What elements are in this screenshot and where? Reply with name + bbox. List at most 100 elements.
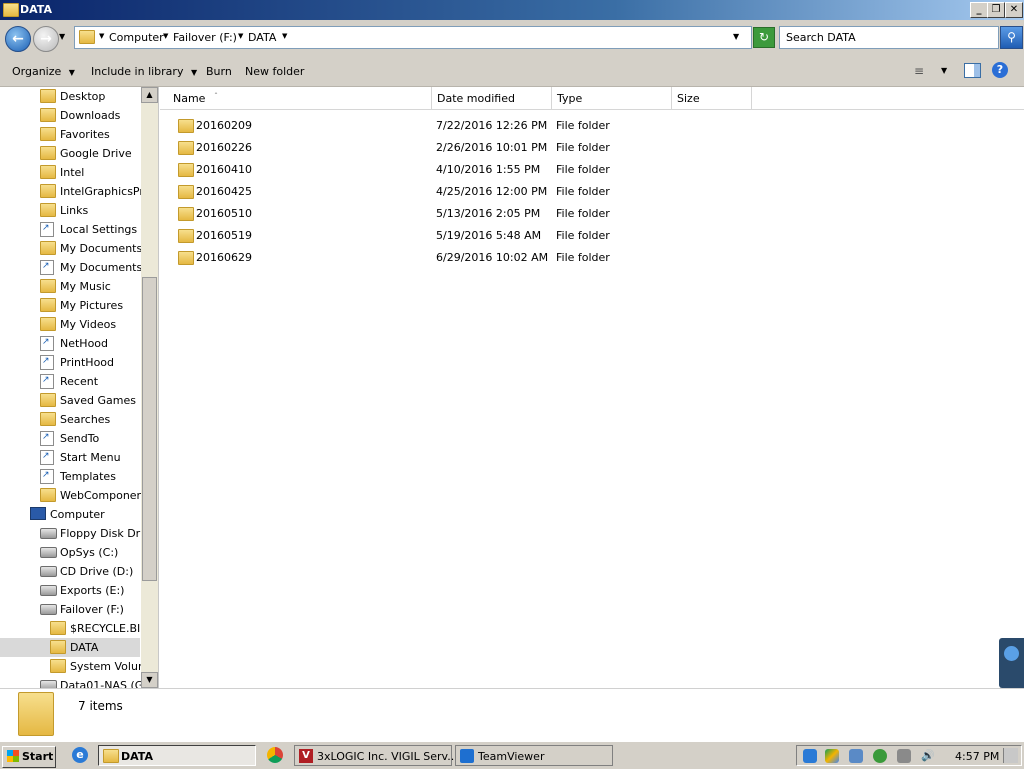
teamviewer-panel-tab[interactable] (999, 638, 1024, 688)
nav-item[interactable]: IntelGraphicsProf (0, 182, 154, 201)
file-row[interactable]: 20160519 5/19/2016 5:48 AM File folder (170, 226, 630, 248)
shortcut-icon (40, 374, 54, 389)
refresh-button[interactable]: ↻ (753, 27, 775, 48)
burn-button[interactable]: Burn (206, 65, 232, 78)
forward-button[interactable]: → (33, 26, 59, 52)
preview-pane-icon[interactable] (964, 63, 981, 78)
new-folder-button[interactable]: New folder (245, 65, 304, 78)
task-vigil-server[interactable]: V 3xLOGIC Inc. VIGIL Serv... (294, 745, 458, 766)
minimize-button[interactable]: _ (970, 2, 988, 18)
nav-item[interactable]: OpSys (C:) (0, 543, 140, 562)
nav-item[interactable]: Favorites (0, 125, 140, 144)
chrome-icon[interactable] (267, 747, 283, 763)
task-data[interactable]: DATA (98, 745, 256, 766)
nav-item[interactable]: Recent (0, 372, 140, 391)
file-row[interactable]: 20160226 2/26/2016 10:01 PM File folder (170, 138, 630, 160)
chevron-down-icon[interactable]: ▼ (99, 32, 104, 40)
nav-item[interactable]: Floppy Disk Drive (0, 524, 157, 543)
recent-pages-dropdown[interactable]: ▼ (59, 32, 65, 41)
title-bar[interactable]: DATA _ ❐ ✕ (0, 0, 1024, 20)
address-row: ← → ▼ ▼ Computer ▼ Failover (F:) ▼ DATA … (0, 20, 1024, 56)
nav-item[interactable]: NetHood (0, 334, 140, 353)
breadcrumb-data[interactable]: DATA (248, 31, 276, 44)
column-date-modified[interactable]: Date modified (432, 87, 552, 109)
address-history-dropdown[interactable]: ▼ (733, 32, 739, 41)
clock[interactable]: 4:57 PM (955, 750, 999, 763)
globe-icon[interactable] (873, 749, 887, 763)
restore-button[interactable]: ❐ (987, 2, 1005, 18)
nav-item[interactable]: Exports (E:) (0, 581, 140, 600)
system-tray: 🔊 4:57 PM (796, 745, 1022, 766)
nav-item[interactable]: DATA (0, 638, 140, 657)
nav-item[interactable]: My Videos (0, 315, 140, 334)
nav-item[interactable]: Templates (0, 467, 140, 486)
view-options-icon[interactable]: ≡ (914, 64, 924, 78)
nav-item[interactable]: My Music (0, 277, 140, 296)
nav-item[interactable]: SendTo (0, 429, 140, 448)
start-button[interactable]: Start (2, 746, 56, 768)
nav-item-label: Desktop (60, 90, 106, 103)
file-row[interactable]: 20160510 5/13/2016 2:05 PM File folder (170, 204, 630, 226)
chevron-down-icon[interactable]: ▼ (163, 32, 168, 40)
chevron-down-icon[interactable]: ▼ (282, 32, 287, 40)
show-desktop-button[interactable] (1003, 748, 1018, 763)
nav-item[interactable]: Data01-NAS (G:) (0, 676, 151, 688)
breadcrumb-failover[interactable]: Failover (F:) (173, 31, 237, 44)
shortcut-icon (40, 431, 54, 446)
teamviewer-tray-icon[interactable] (803, 749, 817, 763)
nav-item[interactable]: Links (0, 201, 140, 220)
nav-item[interactable]: PrintHood (0, 353, 140, 372)
nav-item[interactable]: CD Drive (D:) (0, 562, 140, 581)
view-dropdown[interactable]: ▼ (941, 66, 947, 75)
nav-item[interactable]: Downloads (0, 106, 140, 125)
nav-item[interactable]: Computer (0, 505, 140, 524)
search-input[interactable]: Search DATA (779, 26, 999, 49)
google-drive-icon[interactable] (825, 749, 839, 763)
navigation-pane[interactable]: Desktop Downloads Favorites Google Drive Int… (0, 87, 159, 688)
file-date-modified: 7/22/2016 12:26 PM (436, 119, 548, 132)
column-type[interactable]: Type (552, 87, 672, 109)
nav-item[interactable]: My Pictures (0, 296, 140, 315)
nav-item[interactable]: WebComponents (0, 486, 154, 505)
chevron-down-icon[interactable]: ▼ (238, 32, 243, 40)
nav-item[interactable]: Start Menu (0, 448, 140, 467)
file-row[interactable]: 20160209 7/22/2016 12:26 PM File folder (170, 116, 630, 138)
nav-item[interactable]: Intel (0, 163, 140, 182)
scroll-up-button[interactable]: ▲ (141, 87, 158, 103)
nav-item[interactable]: Saved Games (0, 391, 140, 410)
address-bar[interactable]: ▼ Computer ▼ Failover (F:) ▼ DATA ▼ ▼ (74, 26, 752, 49)
nav-item[interactable]: My Documents (0, 239, 142, 258)
network-share-icon[interactable] (849, 749, 863, 763)
nav-item[interactable]: Searches (0, 410, 140, 429)
nav-item[interactable]: System Volume (0, 657, 155, 676)
nav-item[interactable]: Desktop (0, 87, 140, 106)
back-button[interactable]: ← (5, 26, 31, 52)
speaker-icon[interactable]: 🔊 (921, 749, 935, 763)
file-name: 20160226 (196, 141, 252, 154)
nav-item[interactable]: Failover (F:) (0, 600, 140, 619)
folder-icon (40, 89, 56, 103)
nav-item[interactable]: Local Settings (0, 220, 140, 239)
organize-button[interactable]: Organize ▼ (12, 65, 75, 78)
close-button[interactable]: ✕ (1005, 2, 1023, 18)
include-in-library-button[interactable]: Include in library ▼ (91, 65, 197, 78)
file-row[interactable]: 20160629 6/29/2016 10:02 AM File folder (170, 248, 630, 270)
nav-item[interactable]: My Documents (0, 258, 142, 277)
internet-explorer-icon[interactable]: e (72, 747, 88, 763)
task-teamviewer[interactable]: TeamViewer (455, 745, 613, 766)
help-icon[interactable]: ? (992, 62, 1008, 78)
nav-scrollbar[interactable]: ▲ ▼ (141, 87, 158, 688)
scroll-down-button[interactable]: ▼ (141, 672, 158, 688)
scroll-thumb[interactable] (142, 277, 157, 581)
file-row[interactable]: 20160425 4/25/2016 12:00 PM File folder (170, 182, 630, 204)
file-row[interactable]: 20160410 4/10/2016 1:55 PM File folder (170, 160, 630, 182)
nav-item[interactable]: $RECYCLE.BIN (0, 619, 148, 638)
search-button[interactable]: ⚲ (1000, 26, 1023, 49)
column-name[interactable]: Name ˆ (168, 87, 432, 109)
file-name: 20160519 (196, 229, 252, 242)
breadcrumb-computer[interactable]: Computer (109, 31, 164, 44)
nav-item-label: PrintHood (60, 356, 115, 369)
nav-item[interactable]: Google Drive (0, 144, 140, 163)
action-center-icon[interactable] (897, 749, 911, 763)
column-size[interactable]: Size (672, 87, 752, 109)
